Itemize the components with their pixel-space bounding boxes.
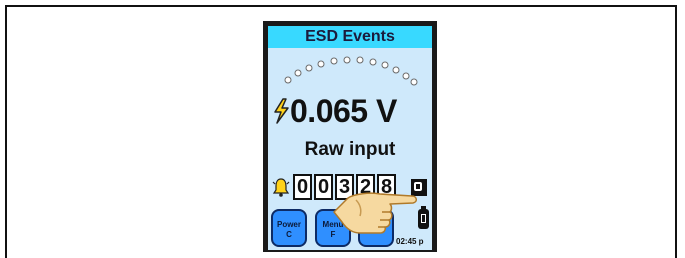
- lightning-bolt-icon: [274, 98, 289, 124]
- counter-digit: 0: [293, 174, 312, 200]
- bell-icon: [272, 178, 290, 197]
- clock-time: 02:45 p: [396, 237, 424, 246]
- input-mode-label: Raw input: [304, 139, 396, 160]
- voltage-reading: 0.065 V: [290, 93, 397, 129]
- softkey-label: Power: [276, 220, 301, 229]
- power-softkey[interactable]: Power C: [271, 209, 307, 247]
- gauge-arc-dots: [284, 56, 418, 86]
- pointing-hand-icon: [333, 192, 417, 234]
- softkey-label: C: [286, 230, 292, 239]
- screen-title: ESD Events: [268, 26, 432, 48]
